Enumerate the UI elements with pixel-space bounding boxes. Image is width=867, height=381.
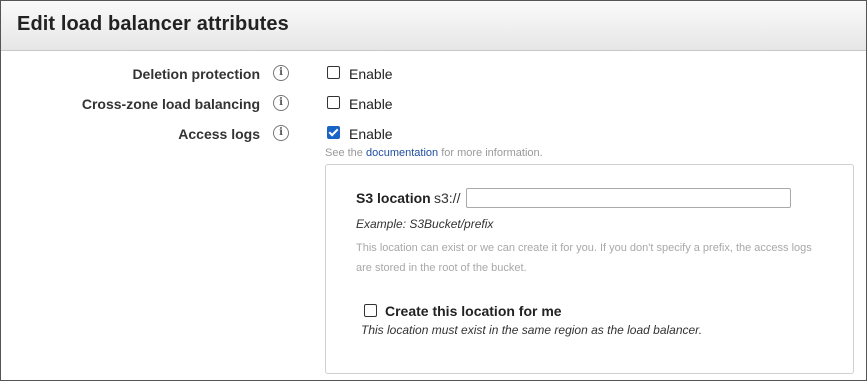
deletion-protection-label: Deletion protection — [132, 66, 260, 82]
page-title: Edit load balancer attributes — [17, 13, 289, 35]
create-location-label[interactable]: Create this location for me — [385, 301, 562, 321]
s3-example: Example: S3Bucket/prefix — [356, 217, 494, 231]
region-note: This location must exist in the same reg… — [361, 323, 703, 337]
row-deletion-protection: Deletion protection i Enable — [1, 64, 866, 86]
row-cross-zone: Cross-zone load balancing i Enable — [1, 94, 866, 116]
documentation-hint: See the documentation for more informati… — [325, 147, 543, 159]
create-location-checkbox[interactable] — [364, 304, 377, 317]
s3-location-note: This location can exist or we can create… — [356, 238, 867, 278]
access-logs-panel: S3 location s3:// Example: S3Bucket/pref… — [325, 164, 854, 374]
access-logs-enable-label[interactable]: Enable — [349, 124, 393, 144]
hint-suffix: for more information. — [441, 147, 543, 159]
deletion-protection-enable-label[interactable]: Enable — [349, 64, 393, 84]
note-line-1: This location can exist or we can create… — [356, 242, 812, 254]
edit-attributes-dialog: Edit load balancer attributes Deletion p… — [0, 0, 867, 381]
info-icon[interactable]: i — [273, 95, 289, 111]
access-logs-checkbox[interactable] — [327, 126, 340, 139]
cross-zone-enable-label[interactable]: Enable — [349, 94, 393, 114]
info-icon[interactable]: i — [273, 125, 289, 141]
cross-zone-checkbox[interactable] — [327, 96, 340, 109]
row-access-logs: Access logs i Enable — [1, 124, 866, 146]
dialog-header: Edit load balancer attributes — [1, 1, 866, 51]
access-logs-label: Access logs — [178, 126, 260, 142]
deletion-protection-checkbox[interactable] — [327, 66, 340, 79]
note-line-2: are stored in the root of the bucket. — [356, 262, 527, 274]
s3-location-label: S3 location — [356, 190, 431, 206]
hint-prefix: See the — [325, 147, 363, 159]
s3-prefix: s3:// — [434, 190, 461, 206]
info-icon[interactable]: i — [273, 65, 289, 81]
cross-zone-label: Cross-zone load balancing — [81, 96, 260, 112]
documentation-link[interactable]: documentation — [366, 147, 438, 159]
s3-location-input[interactable] — [466, 188, 791, 208]
